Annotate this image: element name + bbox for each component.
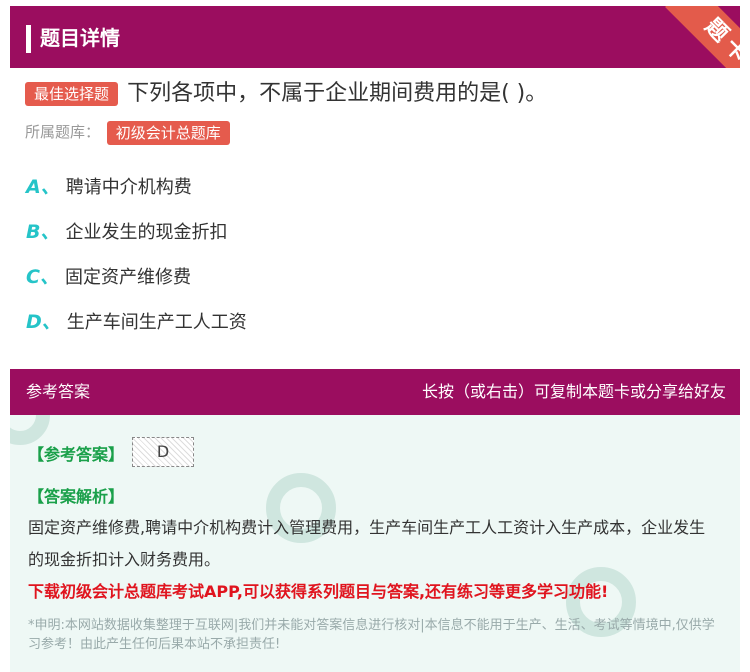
question-type-badge: 最佳选择题 [25,82,119,106]
bank-label: 所属题库： [25,123,101,141]
option-text: 生产车间生产工人工资 [66,312,247,333]
option-text: 企业发生的现金折扣 [65,222,228,243]
answer-panel: 【参考答案】 D 【答案解析】 固定资产维修费,聘请中介机构费计入管理费用，生产… [10,415,740,672]
option-letter: B、 [26,221,60,243]
reference-answer-value: D [132,437,194,467]
answer-header-title: 参考答案 [26,382,91,401]
question-text: 下列各项中，不属于企业期间费用的是( )。 [127,81,548,106]
option-letter: C、 [26,266,59,288]
question-card-ribbon[interactable]: 题卡 [665,6,740,68]
answer-header: 参考答案 长按（或右击）可复制本题卡或分享给好友 [10,369,740,415]
analysis-label: 【答案解析】 [28,487,125,506]
option-d[interactable]: D、 生产车间生产工人工资 [26,309,247,336]
question-row: 最佳选择题 下列各项中，不属于企业期间费用的是( )。 [25,80,725,108]
title-accent-bar [26,25,31,53]
question-bank-row: 所属题库： 初级会计总题库 [25,120,230,145]
option-text: 聘请中介机构费 [65,177,192,198]
bank-badge[interactable]: 初级会计总题库 [106,120,230,145]
disclaimer-text: *申明:本网站数据收集整理于互联网|我们并未能对答案信息进行核对|本信息不能用于… [28,618,715,652]
option-text: 固定资产维修费 [64,267,191,288]
page-title: 题目详情 [40,26,120,50]
reference-answer-label: 【参考答案】 [28,445,125,464]
share-hint: 长按（或右击）可复制本题卡或分享给好友 [421,382,726,401]
option-a[interactable]: A、 聘请中介机构费 [26,174,192,201]
app-promo-link[interactable]: 下载初级会计总题库考试APP,可以获得系列题目与答案,还有练习等更多学习功能! [28,578,608,602]
option-b[interactable]: B、 企业发生的现金折扣 [26,219,227,246]
option-letter: D、 [26,311,61,333]
analysis-text: 固定资产维修费,聘请中介机构费计入管理费用，生产车间生产工人工资计入生产成本，企… [28,518,706,569]
header-bar: 题目详情 题卡 [10,6,740,68]
option-letter: A、 [26,176,60,198]
option-c[interactable]: C、 固定资产维修费 [26,264,191,291]
